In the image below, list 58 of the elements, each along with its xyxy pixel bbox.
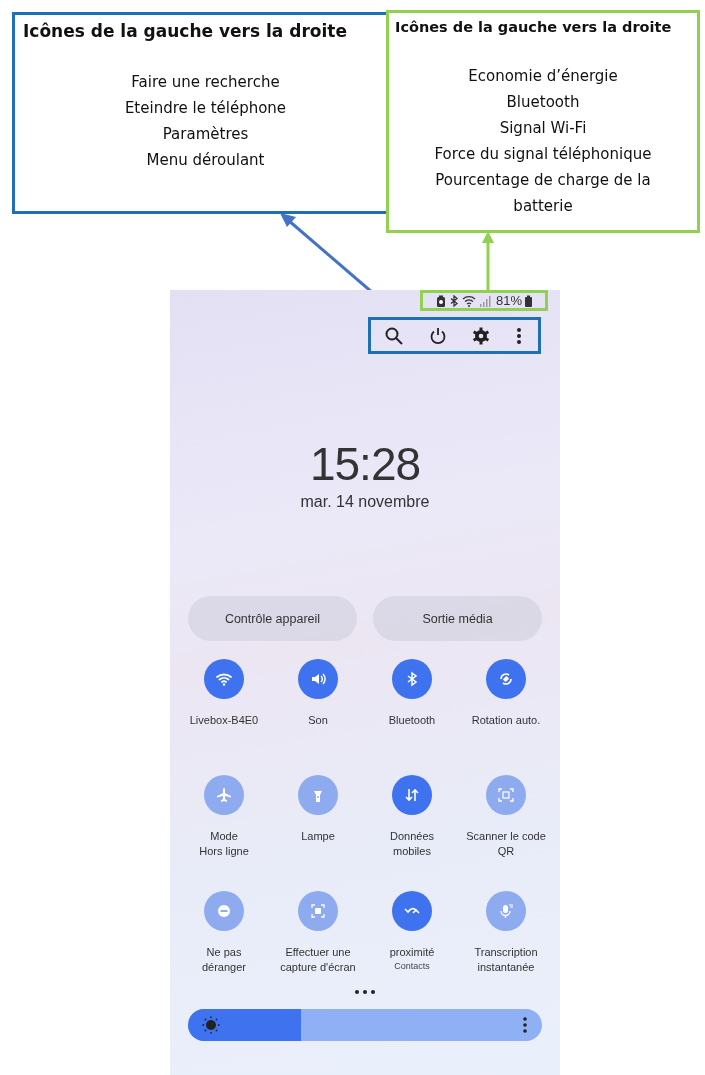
signal-icon: [479, 294, 491, 307]
pill-button[interactable]: Sortie média: [373, 596, 542, 641]
toggle-button[interactable]: [298, 775, 338, 815]
tile-label: Effectuer une capture d'écran: [280, 945, 356, 975]
page-dots-icon: [354, 989, 376, 995]
callout-text: Signal Wi-Fi: [498, 118, 588, 139]
battery-percent: 81%: [496, 293, 522, 308]
qr-scan-icon: [496, 785, 516, 805]
screenshot-icon: [308, 901, 328, 921]
toggle-button[interactable]: [204, 891, 244, 931]
tile-label: Données mobiles: [389, 829, 434, 859]
tile-label: Mode Hors ligne: [199, 829, 249, 859]
toggle-button[interactable]: [392, 775, 432, 815]
battery-saver-icon: [436, 294, 446, 307]
callout-text: Economie d’énergie: [467, 66, 619, 87]
toggle-button[interactable]: [486, 775, 526, 815]
tile-label: Bluetooth: [388, 713, 436, 728]
tile-label: Livebox-B4E0: [189, 713, 259, 728]
more-icon[interactable]: [515, 326, 522, 345]
toggle-button[interactable]: [392, 891, 432, 931]
power-icon[interactable]: [428, 326, 447, 345]
search-icon[interactable]: [385, 326, 403, 345]
brightness-slider[interactable]: [188, 1009, 542, 1041]
toggle-button[interactable]: [486, 891, 526, 931]
callout-title: Icônes de la gauche vers la droite: [395, 19, 673, 35]
bluetooth-icon: [449, 294, 459, 307]
toggle-button[interactable]: [204, 659, 244, 699]
toggle-button[interactable]: [298, 659, 338, 699]
clock: 15:28: [308, 439, 422, 489]
callout-text: Faire une recherche: [130, 72, 281, 93]
callout-text: Bluetooth: [505, 92, 581, 113]
wifi-icon: [462, 294, 476, 307]
callout-title: Icônes de la gauche vers la droite: [23, 21, 348, 41]
tile-sublabel: Contacts: [394, 961, 430, 971]
tile-label: Ne pas déranger: [201, 945, 246, 975]
brightness-fill[interactable]: [188, 1009, 302, 1041]
tile-label: Lampe: [301, 829, 335, 844]
callout-text: Paramètres: [161, 124, 250, 145]
tile-label: Son: [308, 713, 328, 728]
toggle-button[interactable]: [298, 891, 338, 931]
sun-icon: [202, 1016, 220, 1034]
tile-label: Rotation auto.: [471, 713, 541, 728]
date: mar. 14 novembre: [299, 493, 431, 511]
toggle-button[interactable]: [392, 659, 432, 699]
tile-label: proximité: [389, 945, 435, 960]
callout-text: Menu déroulant: [145, 150, 266, 171]
more-icon[interactable]: [522, 1016, 528, 1034]
toggle-button[interactable]: [204, 775, 244, 815]
callout-text: Eteindre le téléphone: [123, 98, 288, 119]
settings-icon[interactable]: [472, 326, 491, 345]
callout-text: Force du signal téléphonique: [433, 144, 653, 165]
tile-label: Scanner le code QR: [466, 829, 546, 859]
pill-button[interactable]: Contrôle appareil: [188, 596, 357, 641]
airplane-icon: [214, 785, 234, 805]
toggle-button[interactable]: [486, 659, 526, 699]
battery-icon: [525, 294, 532, 307]
tile-label: Transcription instantanée: [474, 945, 538, 975]
callout-text: Pourcentage de charge de la batterie: [434, 170, 652, 217]
